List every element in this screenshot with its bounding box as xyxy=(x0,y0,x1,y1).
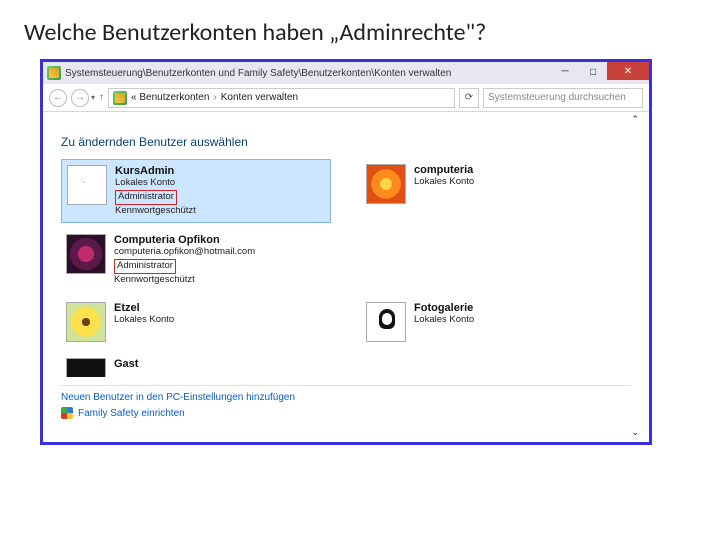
maximize-button[interactable] xyxy=(579,62,607,80)
up-button[interactable] xyxy=(99,92,104,103)
slide-title: Welche Benutzerkonten haben „Adminrechte… xyxy=(0,0,720,59)
avatar xyxy=(67,165,107,205)
account-tile[interactable]: EtzelLokales Konto xyxy=(61,297,331,347)
page-subtitle: Zu ändernden Benutzer auswählen xyxy=(61,135,631,149)
avatar xyxy=(66,302,106,342)
account-tile[interactable]: Computeria Opfikoncomputeria.opfikon@hot… xyxy=(61,229,331,291)
account-tile[interactable]: Gast xyxy=(61,353,331,377)
add-user-link[interactable]: Neuen Benutzer in den PC-Einstellungen h… xyxy=(61,392,631,403)
breadcrumb-bar[interactable]: « Benutzerkonten › Konten verwalten xyxy=(108,88,455,108)
account-tile[interactable]: FotogalerieLokales Konto xyxy=(361,297,631,347)
family-safety-link[interactable]: Family Safety einrichten xyxy=(61,407,631,419)
breadcrumb-icon xyxy=(113,91,127,105)
account-detail: Lokales Konto xyxy=(115,177,196,189)
avatar xyxy=(366,164,406,204)
account-name: Etzel xyxy=(114,302,174,314)
scroll-down-icon[interactable]: ⌄ xyxy=(43,427,649,442)
account-detail: Lokales Konto xyxy=(414,314,474,326)
search-input[interactable]: Systemsteuerung durchsuchen xyxy=(483,88,643,108)
account-name: Gast xyxy=(114,358,138,370)
minimize-button[interactable] xyxy=(551,62,579,80)
address-toolbar: ▾ « Benutzerkonten › Konten verwalten Sy… xyxy=(43,84,649,112)
window-control-buttons xyxy=(551,62,649,84)
window-title: Systemsteuerung\Benutzerkonten und Famil… xyxy=(65,68,551,79)
account-name: KursAdmin xyxy=(115,165,196,177)
shield-icon xyxy=(61,407,73,419)
account-detail: computeria.opfikon@hotmail.com xyxy=(114,246,255,258)
avatar xyxy=(66,358,106,377)
refresh-button[interactable] xyxy=(459,88,479,108)
account-tile[interactable]: computeriaLokales Konto xyxy=(361,159,631,223)
scroll-up-icon[interactable]: ⌃ xyxy=(43,112,649,125)
account-detail: Lokales Konto xyxy=(114,314,174,326)
account-name: computeria xyxy=(414,164,474,176)
account-detail: Lokales Konto xyxy=(414,176,474,188)
account-detail: Kennwortgeschützt xyxy=(114,274,255,286)
account-name: Computeria Opfikon xyxy=(114,234,255,246)
control-panel-window: Systemsteuerung\Benutzerkonten und Famil… xyxy=(40,59,652,445)
account-tile[interactable]: KursAdminLokales KontoAdministratorKennw… xyxy=(61,159,331,223)
footer-links: Neuen Benutzer in den PC-Einstellungen h… xyxy=(61,385,631,419)
account-detail: Kennwortgeschützt xyxy=(115,205,196,217)
close-button[interactable] xyxy=(607,62,649,80)
family-safety-label: Family Safety einrichten xyxy=(78,408,185,419)
control-panel-icon xyxy=(47,66,61,80)
account-detail: Administrator xyxy=(115,189,196,204)
forward-button[interactable] xyxy=(71,89,89,107)
breadcrumb-segment[interactable]: Konten verwalten xyxy=(221,92,298,103)
avatar xyxy=(66,234,106,274)
history-dropdown-icon[interactable]: ▾ xyxy=(91,93,95,102)
content-area: Zu ändernden Benutzer auswählen KursAdmi… xyxy=(43,125,649,427)
titlebar: Systemsteuerung\Benutzerkonten und Famil… xyxy=(43,62,649,84)
account-detail: Administrator xyxy=(114,258,255,273)
back-button[interactable] xyxy=(49,89,67,107)
chevron-right-icon: › xyxy=(213,92,216,103)
avatar xyxy=(366,302,406,342)
account-name: Fotogalerie xyxy=(414,302,474,314)
accounts-grid: KursAdminLokales KontoAdministratorKennw… xyxy=(61,159,631,377)
breadcrumb-segment[interactable]: « Benutzerkonten xyxy=(131,92,209,103)
